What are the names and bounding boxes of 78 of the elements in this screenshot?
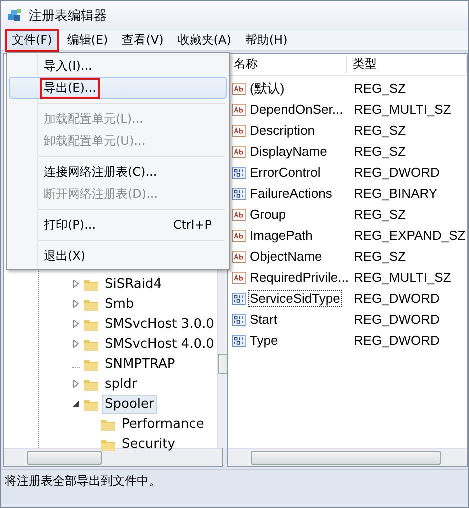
menu-item[interactable]: 文件(F) <box>5 29 60 52</box>
menu-entry-label: 导入(I)... <box>43 58 94 74</box>
value-type: REG_EXPAND_SZ <box>353 228 466 243</box>
value-name[interactable]: Start <box>248 311 280 328</box>
tree-item[interactable]: spldr <box>102 374 140 394</box>
string-value-icon <box>232 124 246 136</box>
string-value-icon <box>232 146 246 158</box>
string-value-icon <box>232 272 246 284</box>
binary-value-icon <box>232 314 246 326</box>
expand-triangle-icon[interactable] <box>72 300 80 308</box>
tree-item[interactable]: SiSRaid4 <box>102 274 165 294</box>
menu-entry[interactable]: 导出(E)... <box>9 77 227 99</box>
binary-value-icon <box>232 188 246 200</box>
menu-entry-label: 加载配置单元(L)... <box>43 110 144 128</box>
tree-item[interactable]: Security <box>119 434 178 454</box>
value-type: REG_MULTI_SZ <box>353 270 452 285</box>
tree-item[interactable]: SMSvcHost 3.0.0 <box>102 314 218 334</box>
menu-entry[interactable]: 连接网络注册表(C)... <box>9 161 227 183</box>
menu-item[interactable]: 收藏夹(A) <box>172 30 238 51</box>
string-value-icon <box>232 208 246 220</box>
value-type: REG_SZ <box>353 249 406 264</box>
status-text: 将注册表全部导出到文件中。 <box>5 473 161 490</box>
tree-item[interactable]: Smb <box>102 294 138 314</box>
value-type: REG_DWORD <box>353 333 440 348</box>
string-value-icon <box>232 104 246 116</box>
value-type: REG_SZ <box>353 144 406 159</box>
value-type: REG_SZ <box>353 123 406 138</box>
value-name[interactable]: Type <box>248 332 280 349</box>
value-name[interactable]: Group <box>248 206 288 223</box>
window-title: 注册表编辑器 <box>29 8 107 25</box>
value-name[interactable]: ImagePath <box>248 227 315 244</box>
value-type: REG_DWORD <box>353 312 440 327</box>
value-name[interactable]: DisplayName <box>248 143 330 160</box>
string-value-icon <box>232 82 246 94</box>
menu-entry-label: 断开网络注册表(D)... <box>43 186 160 202</box>
expand-triangle-icon[interactable] <box>72 320 80 328</box>
value-name[interactable]: DependOnSer... <box>248 101 346 118</box>
menu-entry-label: 卸载配置单元(U)... <box>43 132 147 150</box>
tree-item[interactable]: SNMPTRAP <box>102 354 178 374</box>
tree-item[interactable]: Performance <box>119 414 208 434</box>
value-type: REG_DWORD <box>353 291 440 306</box>
value-type: REG_MULTI_SZ <box>353 102 452 117</box>
tree-item[interactable]: SMSvcHost 4.0.0 <box>102 334 218 354</box>
value-name[interactable]: FailureActions <box>248 185 334 202</box>
binary-value-icon <box>232 166 246 178</box>
expand-triangle-icon[interactable] <box>72 280 80 288</box>
menu-entry[interactable]: 导入(I)... <box>9 55 227 77</box>
binary-value-icon <box>232 334 246 346</box>
expand-triangle-icon[interactable] <box>72 340 80 348</box>
tree-item[interactable]: Spooler <box>102 394 158 414</box>
column-header[interactable]: 类型 <box>347 56 467 73</box>
value-name[interactable]: Description <box>248 122 318 139</box>
menu-entry-label: 退出(X) <box>43 248 87 264</box>
menu-entry-label: 打印(P)... <box>43 216 98 234</box>
value-type: REG_SZ <box>353 207 406 222</box>
value-type: REG_BINARY <box>353 186 438 201</box>
menu-item[interactable]: 帮助(H) <box>239 30 294 51</box>
registry-cubes-icon <box>7 8 23 24</box>
value-type: REG_DWORD <box>353 165 440 180</box>
horizontal-scrollbar[interactable] <box>228 448 467 466</box>
value-name[interactable]: ObjectName <box>248 248 324 265</box>
expand-triangle-icon[interactable] <box>72 380 80 388</box>
binary-value-icon <box>232 292 246 304</box>
menu-entry-label: 连接网络注册表(C)... <box>43 164 158 180</box>
value-name[interactable]: ServiceSidType <box>248 290 342 307</box>
value-name[interactable]: ErrorControl <box>248 164 323 181</box>
string-value-icon <box>232 250 246 262</box>
menu-item[interactable]: 编辑(E) <box>61 30 114 51</box>
menu-entry[interactable]: 退出(X) <box>9 245 227 267</box>
value-type: REG_SZ <box>353 81 406 96</box>
value-name[interactable]: RequiredPrivile... <box>248 269 351 286</box>
collapse-triangle-icon[interactable] <box>72 400 80 408</box>
menu-item[interactable]: 查看(V) <box>116 30 170 51</box>
shortcut-text: Ctrl+P <box>173 218 212 232</box>
menu-entry[interactable]: 打印(P)... Ctrl+P <box>9 214 227 236</box>
string-value-icon <box>232 230 246 242</box>
menu-entry-label: 导出(E)... <box>40 78 100 98</box>
value-name[interactable]: (默认) <box>248 78 287 98</box>
